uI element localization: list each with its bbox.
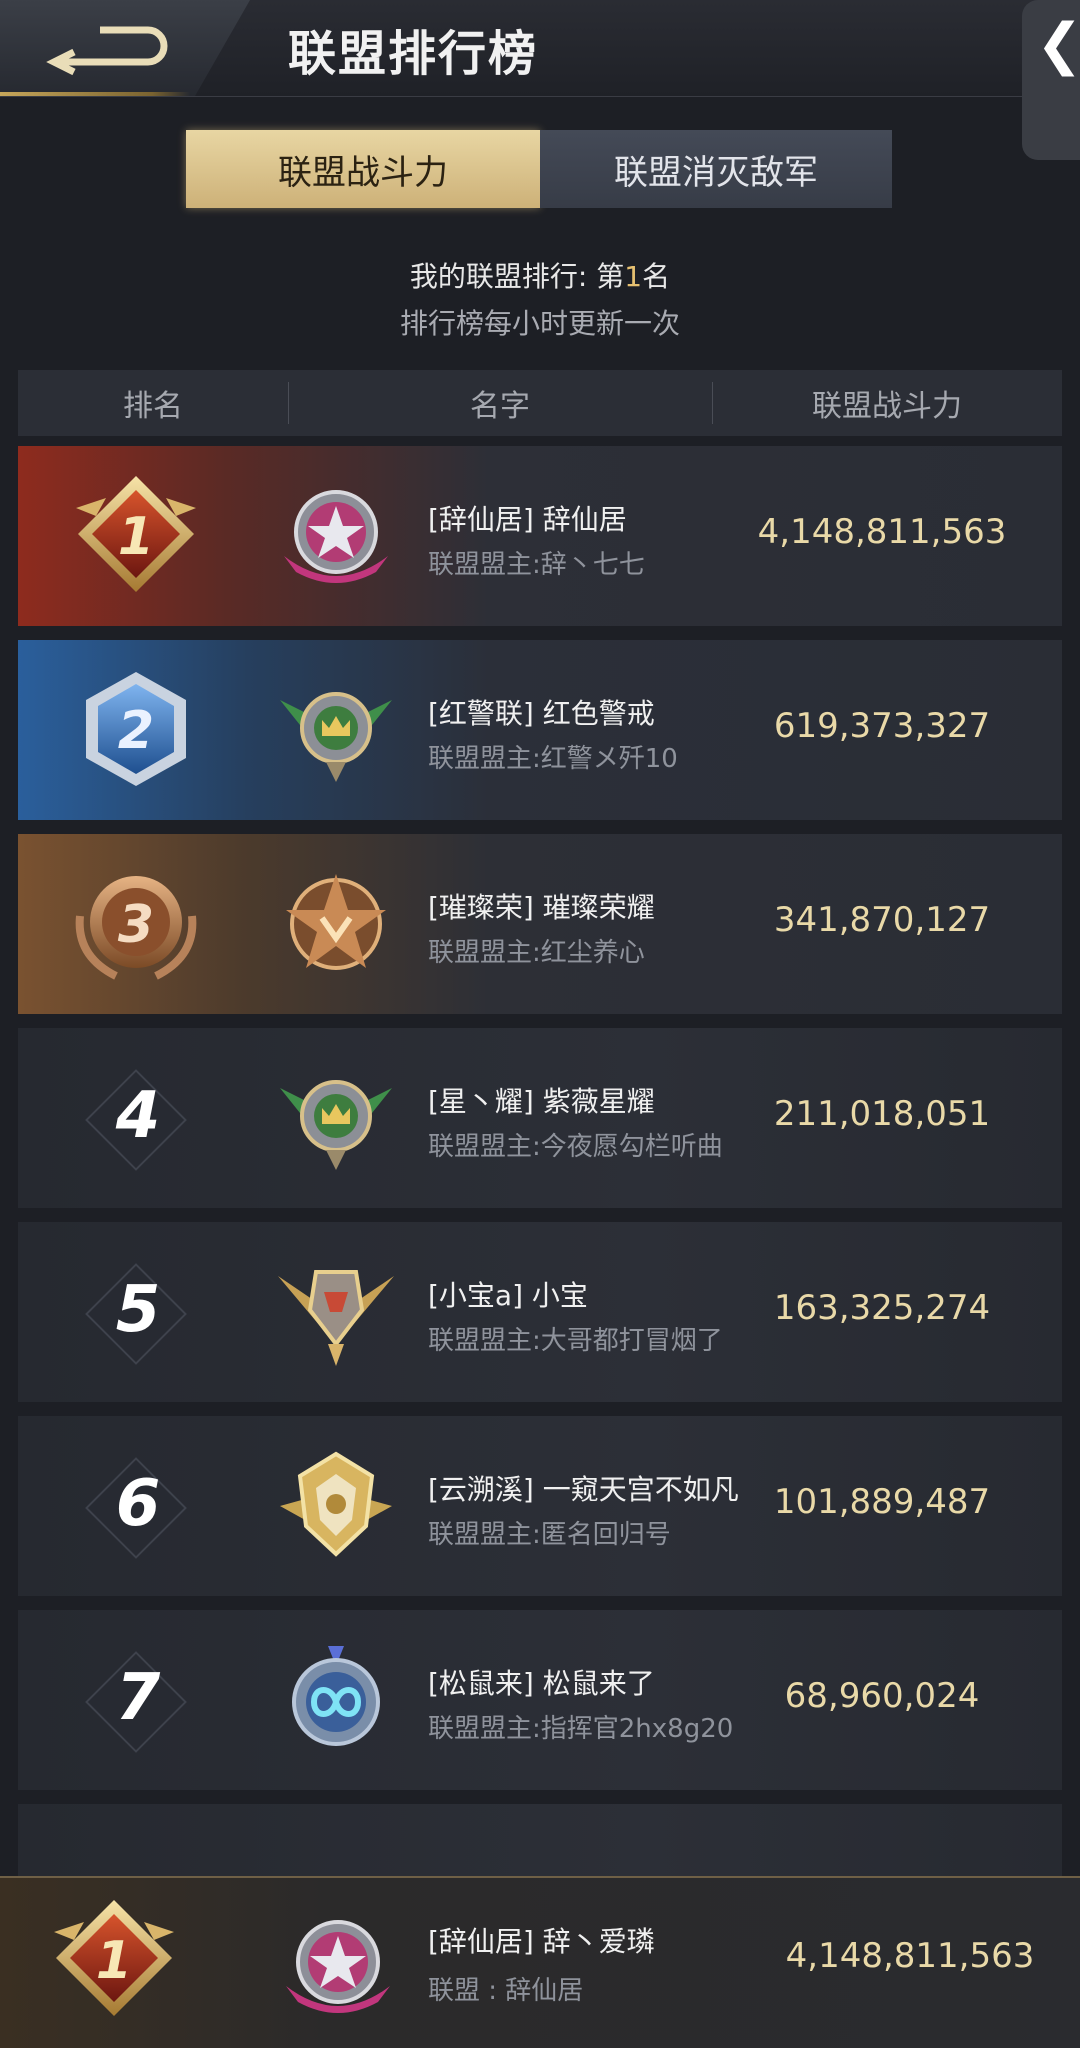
alliance-leader: 联盟盟主:今夜愿勾栏听曲 [428,1132,723,1162]
alliance-power: 619,373,327 [773,706,991,746]
rank-number: 6 [115,1467,161,1541]
rank-row-7[interactable]: 7 [松鼠来] 松鼠来了 联盟盟主:指挥官2hx8g20 68,960,024 [18,1610,1062,1790]
my-alliance-rank: 我的联盟排行: 第1名 [0,255,1080,295]
rank-3-badge-icon: 3 [75,876,197,980]
rank-number: 5 [115,1273,161,1347]
rank-row-4[interactable]: 4 [星丶耀] 紫薇星耀 联盟盟主:今夜愿勾栏听曲 211,018,051 [18,1028,1062,1208]
pink-star-emblem-icon [284,490,388,583]
rank-1-badge-icon: 1 [54,1900,174,2016]
blue-infinity-emblem-icon [292,1646,380,1746]
alliance-power: 163,325,274 [773,1288,991,1328]
alliance-leader: 联盟盟主:匿名回归号 [428,1520,671,1550]
rank-1-badge-icon: 1 [76,476,196,592]
alliance-name: [星丶耀] 紫薇星耀 [428,1085,655,1118]
rank-row-3[interactable]: 3 [璀璨荣] 璀璨荣耀 联盟盟主:红尘养心 341,870,127 [18,834,1062,1014]
rank-row-6[interactable]: 6 [云溯溪] 一窥天宫不如凡 联盟盟主:匿名回归号 101,889,487 [18,1416,1062,1596]
alliance-name: [辞仙居] 辞仙居 [428,503,627,536]
rank-row-5[interactable]: 5 [小宝a] 小宝 联盟盟主:大哥都打冒烟了 163,325,274 [18,1222,1062,1402]
ranking-tabs: 联盟战斗力 联盟消灭敌军 [186,130,892,208]
alliance-leader: 联盟盟主:辞丶七七 [428,550,645,580]
rank-2-badge-icon: 2 [86,672,186,786]
alliance-name: [璀璨荣] 璀璨荣耀 [428,891,655,924]
rank-row-2[interactable]: 2 [红警联] 红色警戒 联盟盟主:红警メ歼10 619,373,327 [18,640,1062,820]
my-rank-number: 1 [624,260,643,293]
alliance-power: 4,148,811,563 [757,512,1007,552]
gold-shield-emblem-icon [280,1451,392,1557]
alliance-name: [小宝a] 小宝 [428,1279,588,1312]
alliance-leader: 联盟盟主:大哥都打冒烟了 [428,1326,723,1356]
column-rank: 排名 [123,389,183,424]
alliance-name: [红警联] 红色警戒 [428,697,655,730]
my-alliance-rank-number: 1 [96,1931,132,1991]
rank-number: 7 [115,1661,161,1735]
alliance-power: 341,870,127 [773,900,991,940]
column-name: 名字 [470,389,530,424]
my-alliance-name: [辞仙居] 辞丶爱璘 [428,1925,655,1958]
tab-alliance-power[interactable]: 联盟战斗力 [186,130,540,208]
my-rank-prefix: 我的联盟排行: 第 [409,260,625,293]
top-bar: 联盟排行榜 [0,0,1080,97]
side-collapse-tab[interactable]: ❮ [1022,0,1080,160]
divider [712,382,713,424]
my-rank-suffix: 名 [642,260,671,293]
rank-number: 4 [115,1079,161,1153]
back-arrow-icon [46,26,168,76]
alliance-power: 211,018,051 [773,1094,991,1134]
alliance-leader: 联盟盟主:指挥官2hx8g20 [428,1714,734,1744]
my-alliance-label: 联盟 : 辞仙居 [428,1976,584,2006]
rank-3-number: 3 [118,895,154,955]
chevron-left-icon: ❮ [1036,12,1080,77]
column-header: 排名 名字 联盟战斗力 [18,370,1062,436]
my-alliance-power: 4,148,811,563 [785,1936,1035,1976]
green-winged-crown-emblem-icon [280,692,392,782]
rank-1-number: 1 [118,507,154,567]
column-power: 联盟战斗力 [812,389,962,424]
page-title: 联盟排行榜 [288,26,539,82]
alliance-leader: 联盟盟主:红尘养心 [428,938,645,968]
gold-winged-helmet-emblem-icon [278,1270,394,1366]
pink-star-emblem-icon [286,1920,390,2013]
back-button[interactable] [0,0,250,96]
divider [288,382,289,424]
rank-row-1[interactable]: 1 [辞仙居] 辞仙居 联盟盟主:辞丶七七 4,148,811,563 [18,446,1062,626]
alliance-power: 68,960,024 [784,1676,980,1716]
alliance-name: [云溯溪] 一窥天宫不如凡 [428,1473,739,1506]
update-note: 排行榜每小时更新一次 [399,307,680,340]
rank-2-number: 2 [118,701,154,761]
tab-alliance-kills[interactable]: 联盟消灭敌军 [540,130,892,208]
my-alliance-bar[interactable]: 1 [辞仙居] 辞丶爱璘 联盟 : 辞仙居 4,148,811,563 [0,1876,1080,2048]
alliance-power: 101,889,487 [773,1482,991,1522]
bronze-star-emblem-icon [286,874,386,970]
alliance-leader: 联盟盟主:红警メ歼10 [428,744,678,774]
alliance-name: [松鼠来] 松鼠来了 [428,1667,655,1700]
green-winged-crown-emblem-icon [280,1080,392,1170]
